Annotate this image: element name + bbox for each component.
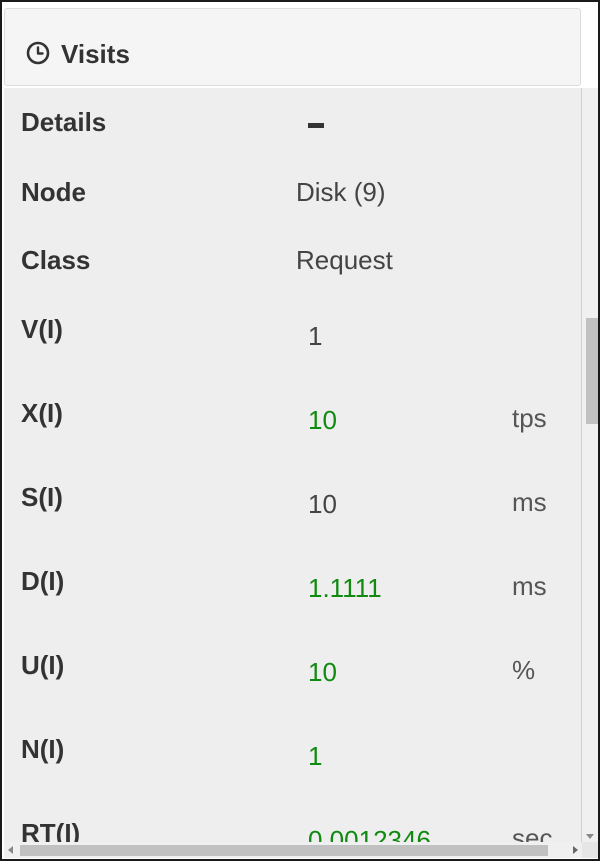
metric-value-v: 1 bbox=[308, 321, 323, 351]
vertical-scrollbar[interactable] bbox=[582, 88, 598, 843]
metric-unit-rt: sec bbox=[512, 823, 553, 843]
scroll-right-arrow-icon[interactable] bbox=[573, 846, 578, 854]
scrollbar-corner bbox=[582, 842, 598, 858]
class-value: Request bbox=[296, 245, 393, 275]
metric-value-d: 1.1111 bbox=[308, 573, 382, 603]
scroll-left-arrow-icon[interactable] bbox=[8, 846, 13, 854]
metric-label-s: S(I) bbox=[21, 482, 63, 512]
panel-title: Visits bbox=[61, 39, 130, 69]
metric-value-x: 10 bbox=[308, 405, 337, 435]
panel-header[interactable]: Visits bbox=[4, 8, 581, 86]
node-label: Node bbox=[21, 177, 86, 207]
scroll-down-arrow-icon[interactable] bbox=[586, 834, 594, 839]
metric-label-u: U(I) bbox=[21, 650, 65, 680]
metric-value-rt: 0.0012346 bbox=[308, 825, 431, 843]
details-label: Details bbox=[21, 107, 107, 137]
clock-icon bbox=[26, 41, 50, 65]
panel-body: Details Node Disk (9) Class Request V(I)… bbox=[4, 88, 582, 843]
vertical-scroll-thumb[interactable] bbox=[586, 318, 598, 424]
metric-unit-s: ms bbox=[512, 487, 547, 517]
metric-value-s: 10 bbox=[308, 489, 337, 519]
metric-unit-u: % bbox=[512, 655, 536, 685]
class-label: Class bbox=[21, 245, 91, 275]
metric-value-u: 10 bbox=[308, 657, 337, 687]
metric-label-v: V(I) bbox=[21, 314, 63, 344]
horizontal-scroll-thumb[interactable] bbox=[20, 845, 548, 856]
collapse-minus-icon[interactable] bbox=[306, 121, 328, 131]
metric-label-n: N(I) bbox=[21, 734, 65, 764]
metric-unit-x: tps bbox=[512, 403, 547, 433]
metric-label-rt: RT(I) bbox=[21, 818, 81, 843]
app-frame: Visits Details Node Disk (9) Class Reque… bbox=[0, 0, 600, 861]
node-value: Disk (9) bbox=[296, 177, 386, 207]
metric-label-x: X(I) bbox=[21, 398, 63, 428]
metric-value-n: 1 bbox=[308, 741, 323, 771]
metric-unit-d: ms bbox=[512, 571, 547, 601]
horizontal-scrollbar[interactable] bbox=[4, 842, 582, 858]
metric-label-d: D(I) bbox=[21, 566, 65, 596]
